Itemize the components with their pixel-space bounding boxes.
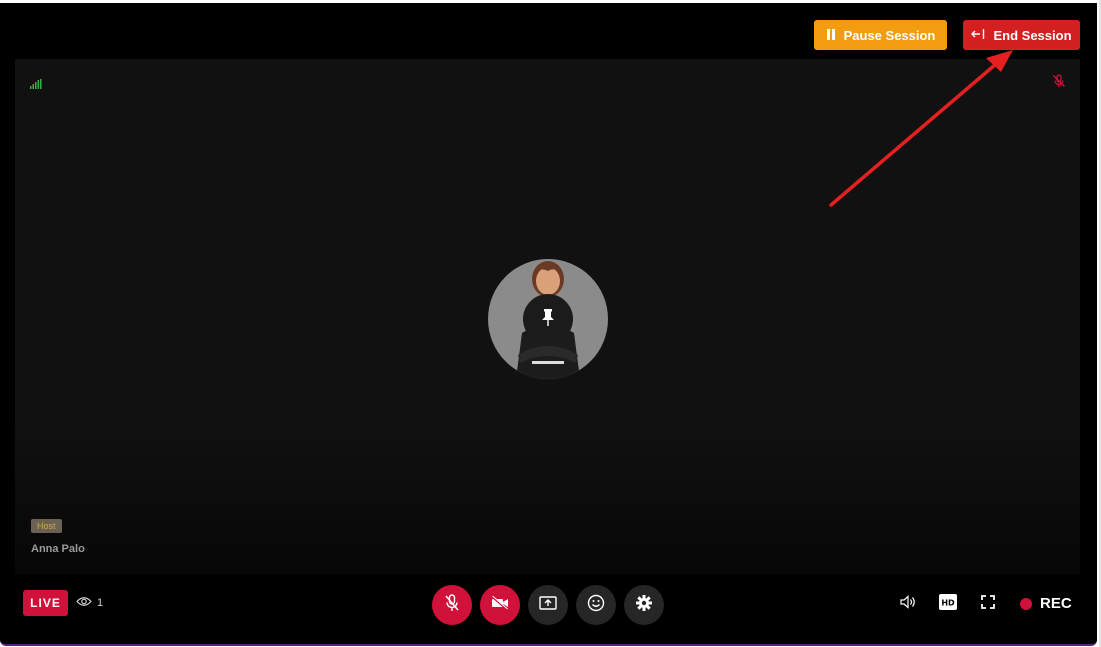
screen-share-icon	[539, 595, 557, 615]
emoji-button[interactable]	[576, 585, 616, 625]
role-badge: Host	[31, 519, 62, 533]
viewer-count: 1	[76, 596, 103, 610]
screen-share-button[interactable]	[528, 585, 568, 625]
fullscreen-button[interactable]	[977, 593, 999, 615]
toggle-mic-button[interactable]	[432, 585, 472, 625]
settings-button[interactable]	[624, 585, 664, 625]
pin-participant-button[interactable]	[523, 294, 573, 344]
fullscreen-icon	[981, 594, 995, 614]
recording-indicator[interactable]: REC	[1020, 595, 1072, 612]
toggle-camera-button[interactable]	[480, 585, 520, 625]
pause-session-label: Pause Session	[843, 27, 936, 43]
signal-bars-icon	[30, 76, 42, 94]
pin-icon	[541, 308, 555, 331]
pause-icon	[826, 28, 836, 43]
end-session-label: End Session	[993, 27, 1072, 43]
live-badge: LIVE	[23, 590, 68, 616]
hd-quality-button[interactable]: HD	[937, 593, 959, 615]
participant-mic-off-icon	[1052, 74, 1066, 93]
hd-icon: HD	[939, 593, 957, 615]
record-dot-icon	[1020, 597, 1032, 610]
gear-icon	[635, 594, 653, 617]
mic-off-icon	[444, 593, 460, 617]
viewer-count-value: 1	[97, 597, 104, 609]
svg-text:HD: HD	[941, 598, 955, 607]
eye-icon	[76, 596, 92, 610]
video-stage: Host Anna Palo	[15, 59, 1080, 574]
rec-label: REC	[1040, 595, 1072, 612]
end-session-button[interactable]: End Session	[963, 20, 1080, 50]
session-window: Pause Session End Session Host Anna Palo…	[0, 3, 1097, 646]
video-off-icon	[491, 595, 509, 615]
volume-icon	[900, 594, 916, 614]
exit-arrow-icon	[971, 28, 985, 43]
emoji-icon	[587, 594, 605, 617]
volume-button[interactable]	[897, 593, 919, 615]
pause-session-button[interactable]: Pause Session	[814, 20, 947, 50]
participant-name: Anna Palo	[31, 543, 85, 555]
